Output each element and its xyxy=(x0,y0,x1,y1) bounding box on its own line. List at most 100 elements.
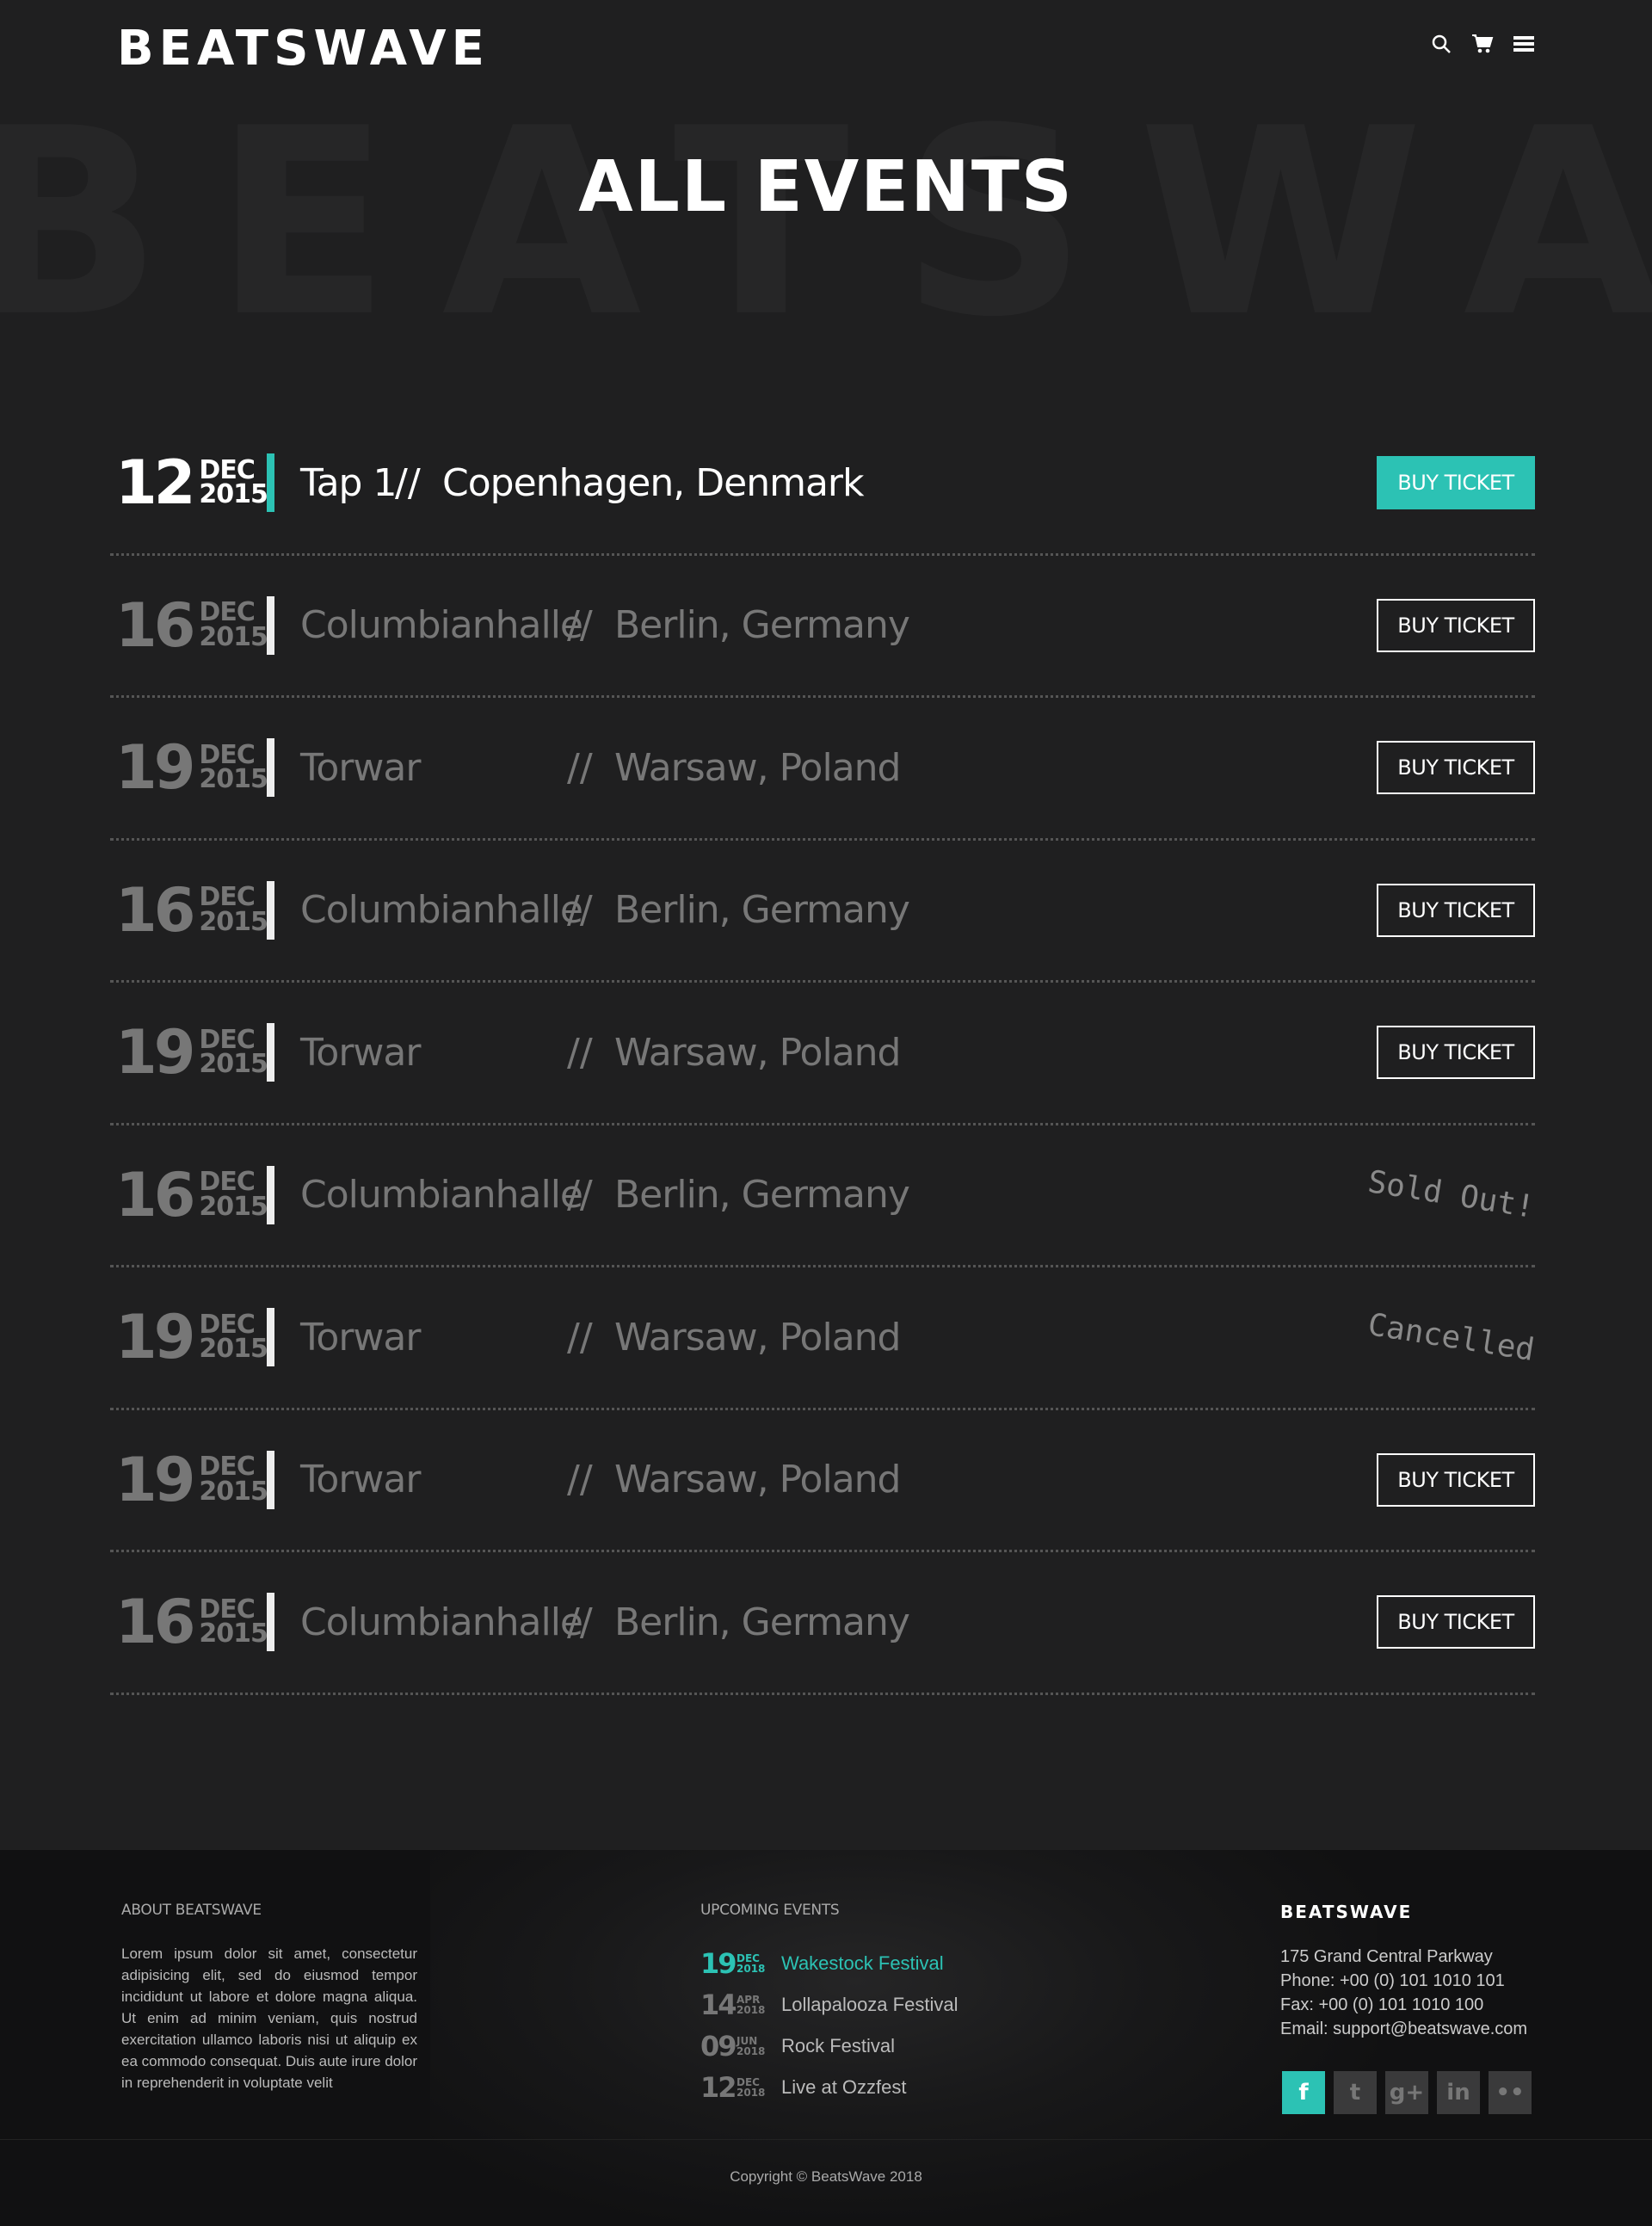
event-row: 16 DEC 2015 Columbianhalle // Berlin, Ge… xyxy=(110,841,1535,983)
footer-logo[interactable]: BEATSWAVE xyxy=(1280,1902,1538,1922)
event-divider-bar xyxy=(267,738,274,798)
buy-ticket-button[interactable]: BUY TICKET xyxy=(1377,883,1535,937)
facebook-icon[interactable]: f xyxy=(1282,2071,1325,2114)
event-separator: // xyxy=(567,745,593,790)
event-separator: // xyxy=(567,1315,593,1360)
event-month-year: DEC 2015 xyxy=(199,1597,268,1649)
event-divider-bar xyxy=(267,1165,274,1224)
event-year: 2015 xyxy=(199,1476,268,1507)
event-row: 19 DEC 2015 Torwar // Warsaw, Poland BUY… xyxy=(110,1410,1535,1552)
upcoming-month-year: DEC 2018 xyxy=(737,2077,781,2098)
event-separator: // xyxy=(567,1030,593,1075)
site-logo[interactable]: BEATSWAVE xyxy=(117,21,490,77)
footer-divider xyxy=(0,2139,1652,2140)
linkedin-icon[interactable]: in xyxy=(1437,2071,1480,2114)
event-venue[interactable]: Columbianhalle xyxy=(300,603,583,647)
event-month-year: DEC 2015 xyxy=(199,458,268,508)
event-row: 16 DEC 2015 Columbianhalle // Berlin, Ge… xyxy=(110,556,1535,698)
upcoming-month-year: JUN 2018 xyxy=(737,2036,781,2056)
event-day: 12 xyxy=(115,447,195,519)
event-location: Berlin, Germany xyxy=(614,1600,910,1644)
contact-email[interactable]: Email: support@beatswave.com xyxy=(1280,2017,1538,2041)
event-date: 12 DEC 2015 xyxy=(110,447,268,519)
event-day: 19 xyxy=(115,1017,195,1088)
cart-icon[interactable] xyxy=(1471,33,1494,55)
event-separator: // xyxy=(567,1600,593,1644)
buy-ticket-button[interactable]: BUY TICKET xyxy=(1377,1026,1535,1080)
event-venue[interactable]: Tap 1 xyxy=(300,461,397,505)
upcoming-year: 2018 xyxy=(737,2087,766,2099)
event-day: 16 xyxy=(115,1587,195,1658)
buy-ticket-button[interactable]: BUY TICKET xyxy=(1377,1452,1535,1507)
page-title: ALL EVENTS xyxy=(578,146,1074,228)
event-venue[interactable]: Columbianhalle xyxy=(300,888,583,932)
event-divider-bar xyxy=(267,1450,274,1509)
upcoming-event-item[interactable]: 14 APR 2018 Lollapalooza Festival xyxy=(700,1984,1045,2026)
event-month-year: DEC 2015 xyxy=(199,743,268,792)
upcoming-year: 2018 xyxy=(737,1963,766,1975)
upcoming-event-item[interactable]: 19 DEC 2018 Wakestock Festival xyxy=(700,1943,1045,1984)
buy-ticket-button[interactable]: BUY TICKET xyxy=(1377,598,1535,652)
event-day: 16 xyxy=(115,589,195,661)
event-divider-bar xyxy=(267,1308,274,1367)
event-year: 2015 xyxy=(199,1619,268,1649)
event-row: 16 DEC 2015 Columbianhalle // Berlin, Ge… xyxy=(110,1552,1535,1695)
upcoming-day: 09 xyxy=(700,2030,737,2063)
event-month-year: DEC 2015 xyxy=(199,1169,268,1222)
event-month-year: DEC 2015 xyxy=(199,885,268,934)
event-date: 19 DEC 2015 xyxy=(110,1444,268,1515)
event-date: 16 DEC 2015 xyxy=(110,874,268,946)
cancelled-stamp: Cancelled xyxy=(1365,1306,1538,1368)
upcoming-day: 19 xyxy=(700,1947,737,1980)
event-divider-bar xyxy=(267,453,274,513)
logo-text: BEATSWAVE xyxy=(117,21,490,77)
upcoming-name[interactable]: Wakestock Festival xyxy=(781,1952,944,1975)
event-separator: // xyxy=(567,1173,593,1218)
buy-ticket-button[interactable]: BUY TICKET xyxy=(1377,1595,1535,1649)
upcoming-day: 12 xyxy=(700,2071,737,2104)
upcoming-event-item[interactable]: 09 JUN 2018 Rock Festival xyxy=(700,2026,1045,2067)
footer-contact: BEATSWAVE 175 Grand Central Parkway Phon… xyxy=(1280,1902,1538,2114)
upcoming-month-year: APR 2018 xyxy=(737,1995,781,2015)
event-venue[interactable]: Columbianhalle xyxy=(300,1600,583,1644)
event-location: Warsaw, Poland xyxy=(614,1458,901,1502)
twitter-icon[interactable]: t xyxy=(1334,2071,1377,2114)
event-date: 19 DEC 2015 xyxy=(110,732,268,804)
page-footer: ABOUT BEATSWAVE Lorem ipsum dolor sit am… xyxy=(0,1850,1652,2226)
event-location: Copenhagen, Denmark xyxy=(442,460,864,505)
google-plus-icon[interactable]: g+ xyxy=(1385,2071,1428,2114)
upcoming-title: UPCOMING EVENTS xyxy=(700,1902,840,1919)
event-location: Warsaw, Poland xyxy=(614,745,901,790)
social-links: f t g+ in •• xyxy=(1282,2071,1538,2114)
sold-out-stamp: Sold Out! xyxy=(1365,1164,1538,1226)
upcoming-name[interactable]: Lollapalooza Festival xyxy=(781,1994,958,2016)
upcoming-event-item[interactable]: 12 DEC 2018 Live at Ozzfest xyxy=(700,2067,1045,2108)
about-title: ABOUT BEATSWAVE xyxy=(121,1902,262,1919)
event-venue[interactable]: Columbianhalle xyxy=(300,1173,583,1217)
event-divider-bar xyxy=(267,1593,274,1652)
upcoming-list: 19 DEC 2018 Wakestock Festival 14 APR 20… xyxy=(700,1943,1045,2108)
buy-ticket-button[interactable]: BUY TICKET xyxy=(1377,741,1535,795)
event-date: 16 DEC 2015 xyxy=(110,1587,268,1658)
about-text: Lorem ipsum dolor sit amet, consectetur … xyxy=(121,1945,417,2091)
event-month-year: DEC 2015 xyxy=(199,1454,268,1507)
events-list: 12 DEC 2015 Tap 1 // Copenhagen, Denmark… xyxy=(110,413,1538,1695)
event-row: 16 DEC 2015 Columbianhalle // Berlin, Ge… xyxy=(110,1125,1538,1267)
event-divider-bar xyxy=(267,1023,274,1082)
event-venue[interactable]: Torwar xyxy=(300,1031,567,1075)
event-day: 19 xyxy=(115,732,195,804)
event-venue[interactable]: Torwar xyxy=(300,1316,567,1360)
event-day: 16 xyxy=(115,874,195,946)
event-venue[interactable]: Torwar xyxy=(300,746,567,790)
menu-icon[interactable] xyxy=(1513,33,1535,55)
event-day: 19 xyxy=(115,1444,195,1515)
upcoming-name[interactable]: Rock Festival xyxy=(781,2035,895,2057)
event-venue[interactable]: Torwar xyxy=(300,1458,567,1501)
flickr-icon[interactable]: •• xyxy=(1489,2071,1532,2114)
search-icon[interactable] xyxy=(1430,33,1452,55)
buy-ticket-button[interactable]: BUY TICKET xyxy=(1377,456,1535,510)
contact-fax: Fax: +00 (0) 101 1010 100 xyxy=(1280,1995,1484,2014)
upcoming-name[interactable]: Live at Ozzfest xyxy=(781,2076,907,2099)
event-year: 2015 xyxy=(199,1334,268,1365)
event-year: 2015 xyxy=(199,1191,268,1222)
